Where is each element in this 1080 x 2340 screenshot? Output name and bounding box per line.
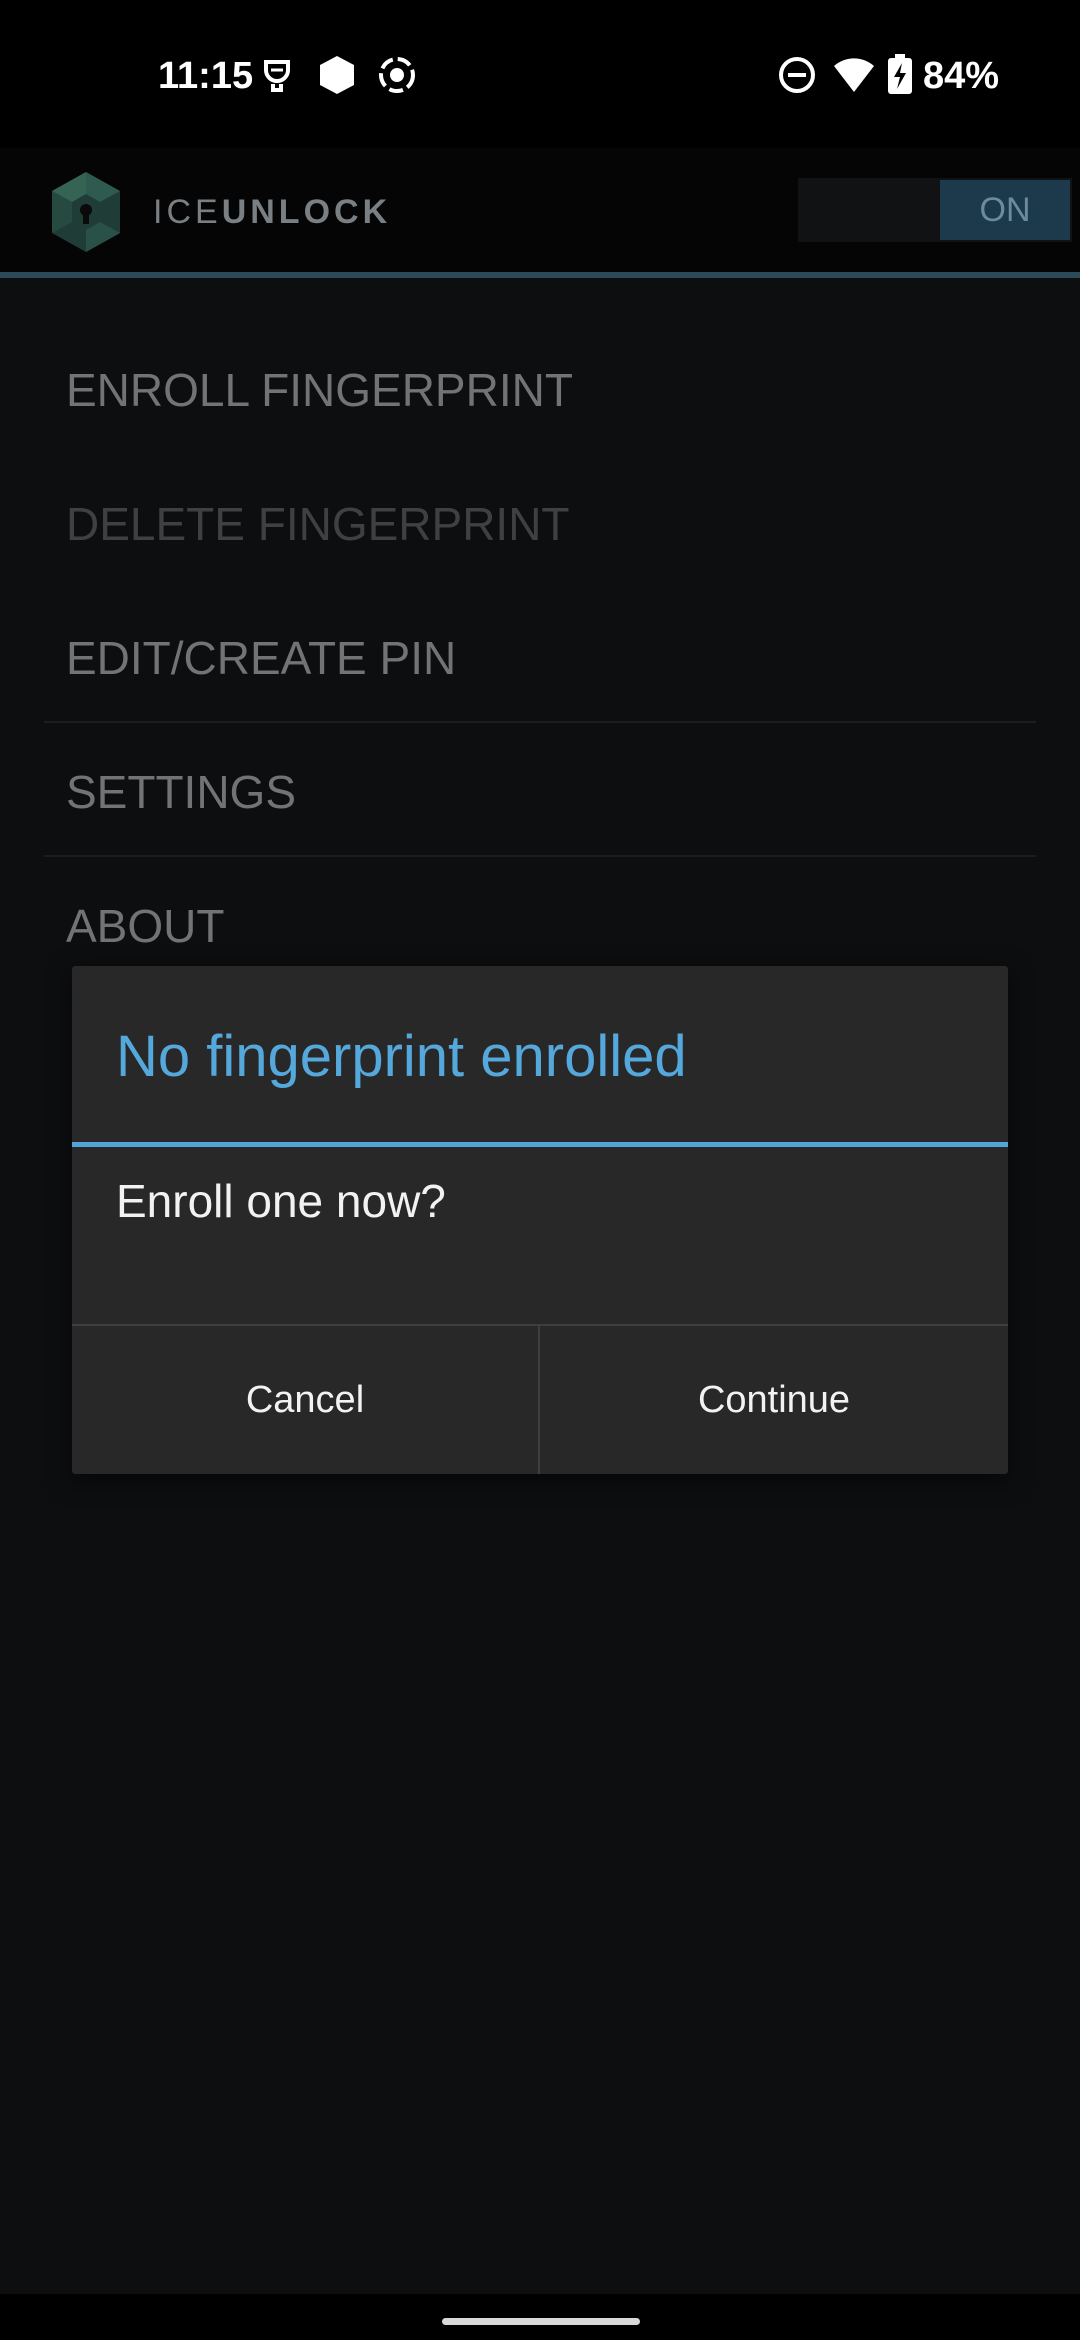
do-not-disturb-icon [776, 54, 818, 96]
toggle-on-label: ON [940, 180, 1070, 240]
status-bar: 11:15 84% [0, 0, 1080, 148]
menu-item-delete-fingerprint[interactable]: DELETE FINGERPRINT [66, 496, 570, 552]
menu-item-enroll-fingerprint[interactable]: ENROLL FINGERPRINT [66, 362, 573, 418]
brand-name: ICEUNLOCK [153, 192, 391, 232]
dialog-message: Enroll one now? [116, 1175, 446, 1227]
battery-charging-icon [886, 54, 914, 96]
cancel-button[interactable]: Cancel [72, 1326, 538, 1474]
menu-item-about[interactable]: ABOUT [66, 898, 224, 954]
menu-item-edit-create-pin[interactable]: EDIT/CREATE PIN [66, 630, 456, 686]
dialog-title-divider [72, 1142, 1008, 1147]
battery-percent: 84% [923, 55, 1000, 97]
screen-record-icon [376, 54, 418, 96]
service-toggle[interactable]: ON [798, 178, 1072, 242]
continue-button[interactable]: Continue [540, 1326, 1008, 1474]
brand-name-part1: ICE [153, 193, 222, 231]
no-fingerprint-dialog: No fingerprint enrolled Enroll one now? … [72, 966, 1008, 1474]
brand-name-part2: UNLOCK [221, 193, 392, 231]
navigation-bar [0, 2294, 1080, 2340]
dialog-title: No fingerprint enrolled [116, 1024, 687, 1089]
ice-unlock-logo-icon [48, 170, 124, 254]
menu-divider [44, 721, 1036, 723]
status-time: 11:15 [158, 55, 254, 97]
hexagon-icon [316, 54, 358, 96]
menu-item-settings[interactable]: SETTINGS [66, 764, 296, 820]
assistant-icon [256, 54, 298, 96]
home-gesture-handle[interactable] [442, 2318, 640, 2325]
menu-divider [44, 855, 1036, 857]
wifi-icon [832, 54, 876, 96]
header-divider [0, 272, 1080, 278]
app-header: ICEUNLOCK ON [0, 148, 1080, 272]
